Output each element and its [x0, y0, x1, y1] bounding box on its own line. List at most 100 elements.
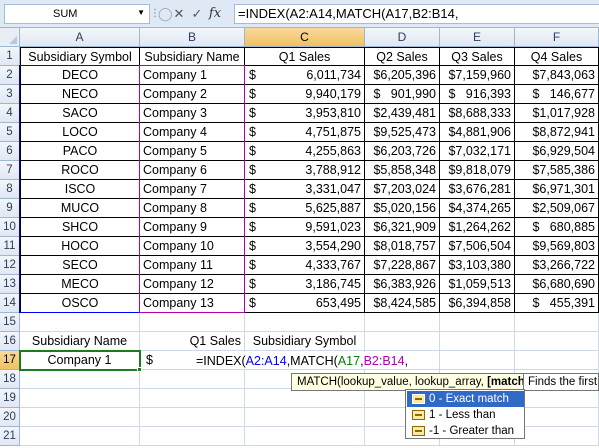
- q1-sales-cell[interactable]: $4,333,767: [245, 256, 365, 275]
- subsidiary-name-cell[interactable]: Company 5: [140, 142, 245, 161]
- cell-e16[interactable]: [440, 332, 515, 351]
- q4-sales-cell[interactable]: $ 146,677: [515, 85, 599, 104]
- lookup-name-input[interactable]: Company 1: [20, 351, 140, 370]
- row-header-2[interactable]: 2: [0, 66, 20, 85]
- cell-a21[interactable]: [20, 427, 140, 446]
- lookup-label-name[interactable]: Subsidiary Name: [20, 332, 140, 351]
- subsidiary-symbol-cell[interactable]: SHCO: [20, 218, 140, 237]
- lookup-label-q1[interactable]: Q1 Sales: [140, 332, 245, 351]
- q3-sales-cell[interactable]: $4,374,265: [440, 199, 515, 218]
- column-header-c[interactable]: C: [245, 28, 365, 47]
- q3-sales-cell[interactable]: $3,103,380: [440, 256, 515, 275]
- q2-sales-cell[interactable]: $ 901,990: [365, 85, 440, 104]
- drag-handle-icon[interactable]: ⋮: [150, 5, 160, 23]
- cell-f20[interactable]: [515, 408, 599, 427]
- cancel-button[interactable]: ✕: [170, 5, 188, 23]
- row-header-9[interactable]: 9: [0, 199, 20, 218]
- column-header-a[interactable]: A: [20, 28, 140, 47]
- cell-a15[interactable]: [20, 313, 140, 332]
- cell-e17[interactable]: [440, 351, 515, 370]
- subsidiary-symbol-cell[interactable]: SACO: [20, 104, 140, 123]
- q1-sales-cell[interactable]: $653,495: [245, 294, 365, 313]
- select-all-corner[interactable]: [0, 28, 20, 47]
- row-header-21[interactable]: 21: [0, 427, 20, 446]
- row-header-7[interactable]: 7: [0, 161, 20, 180]
- row-header-16[interactable]: 16: [0, 332, 20, 351]
- subsidiary-name-cell[interactable]: Company 12: [140, 275, 245, 294]
- subsidiary-name-cell[interactable]: Company 1: [140, 66, 245, 85]
- table-header-cell[interactable]: Subsidiary Symbol: [20, 47, 140, 66]
- subsidiary-symbol-cell[interactable]: OSCO: [20, 294, 140, 313]
- subsidiary-symbol-cell[interactable]: NECO: [20, 85, 140, 104]
- subsidiary-symbol-cell[interactable]: HOCO: [20, 237, 140, 256]
- table-header-cell[interactable]: Subsidiary Name: [140, 47, 245, 66]
- q2-sales-cell[interactable]: $9,525,473: [365, 123, 440, 142]
- subsidiary-name-cell[interactable]: Company 13: [140, 294, 245, 313]
- table-header-cell[interactable]: Q2 Sales: [365, 47, 440, 66]
- subsidiary-symbol-cell[interactable]: ISCO: [20, 180, 140, 199]
- row-header-11[interactable]: 11: [0, 237, 20, 256]
- row-header-1[interactable]: 1: [0, 47, 20, 66]
- q3-sales-cell[interactable]: $4,881,906: [440, 123, 515, 142]
- row-header-8[interactable]: 8: [0, 180, 20, 199]
- q2-sales-cell[interactable]: $2,439,481: [365, 104, 440, 123]
- cell-f17[interactable]: [515, 351, 599, 370]
- cell-f21[interactable]: [515, 427, 599, 446]
- q1-sales-cell[interactable]: $3,953,810: [245, 104, 365, 123]
- q4-sales-cell[interactable]: $ 680,885: [515, 218, 599, 237]
- subsidiary-name-cell[interactable]: Company 7: [140, 180, 245, 199]
- q2-sales-cell[interactable]: $8,018,757: [365, 237, 440, 256]
- subsidiary-symbol-cell[interactable]: SECO: [20, 256, 140, 275]
- q1-sales-cell[interactable]: $3,554,290: [245, 237, 365, 256]
- subsidiary-symbol-cell[interactable]: PACO: [20, 142, 140, 161]
- q4-sales-cell[interactable]: $6,971,301: [515, 180, 599, 199]
- q3-sales-cell[interactable]: $7,506,504: [440, 237, 515, 256]
- row-header-5[interactable]: 5: [0, 123, 20, 142]
- row-header-3[interactable]: 3: [0, 85, 20, 104]
- q1-sales-cell[interactable]: $4,255,863: [245, 142, 365, 161]
- q3-sales-cell[interactable]: $8,688,333: [440, 104, 515, 123]
- cell-d16[interactable]: [365, 332, 440, 351]
- table-header-cell[interactable]: Q4 Sales: [515, 47, 599, 66]
- q1-sales-cell[interactable]: $4,751,875: [245, 123, 365, 142]
- row-header-17[interactable]: 17: [0, 351, 20, 370]
- q3-sales-cell[interactable]: $7,159,960: [440, 66, 515, 85]
- subsidiary-symbol-cell[interactable]: DECO: [20, 66, 140, 85]
- cell-d15[interactable]: [365, 313, 440, 332]
- cell-c19[interactable]: [245, 389, 365, 408]
- q4-sales-cell[interactable]: $6,680,690: [515, 275, 599, 294]
- insert-function-button[interactable]: fx: [206, 5, 224, 23]
- cell-f16[interactable]: [515, 332, 599, 351]
- cell-f15[interactable]: [515, 313, 599, 332]
- cell-c15[interactable]: [245, 313, 365, 332]
- cell-b15[interactable]: [140, 313, 245, 332]
- subsidiary-name-cell[interactable]: Company 6: [140, 161, 245, 180]
- cell-c20[interactable]: [245, 408, 365, 427]
- subsidiary-name-cell[interactable]: Company 8: [140, 199, 245, 218]
- q1-sales-cell[interactable]: $6,011,734: [245, 66, 365, 85]
- q2-sales-cell[interactable]: $7,203,024: [365, 180, 440, 199]
- subsidiary-name-cell[interactable]: Company 9: [140, 218, 245, 237]
- row-header-10[interactable]: 10: [0, 218, 20, 237]
- q3-sales-cell[interactable]: $6,394,858: [440, 294, 515, 313]
- q2-sales-cell[interactable]: $6,205,396: [365, 66, 440, 85]
- formula-input[interactable]: =INDEX(A2:A14,MATCH(A17,B2:B14,: [234, 4, 599, 24]
- cell-a19[interactable]: [20, 389, 140, 408]
- q2-sales-cell[interactable]: $5,858,348: [365, 161, 440, 180]
- subsidiary-symbol-cell[interactable]: LOCO: [20, 123, 140, 142]
- q2-sales-cell[interactable]: $8,424,585: [365, 294, 440, 313]
- cell-a20[interactable]: [20, 408, 140, 427]
- q4-sales-cell[interactable]: $8,872,941: [515, 123, 599, 142]
- lookup-label-symbol[interactable]: Subsidiary Symbol: [245, 332, 365, 351]
- row-header-18[interactable]: 18: [0, 370, 20, 389]
- q2-sales-cell[interactable]: $6,203,726: [365, 142, 440, 161]
- name-box[interactable]: SUM ▼: [4, 4, 150, 24]
- q4-sales-cell[interactable]: $1,017,928: [515, 104, 599, 123]
- column-header-f[interactable]: F: [515, 28, 599, 47]
- q1-sales-cell[interactable]: $3,186,745: [245, 275, 365, 294]
- q1-sales-cell[interactable]: $9,591,023: [245, 218, 365, 237]
- subsidiary-symbol-cell[interactable]: MUCO: [20, 199, 140, 218]
- q2-sales-cell[interactable]: $7,228,867: [365, 256, 440, 275]
- dropdown-item-match-type[interactable]: 0 - Exact match: [407, 391, 524, 407]
- q3-sales-cell[interactable]: $9,818,079: [440, 161, 515, 180]
